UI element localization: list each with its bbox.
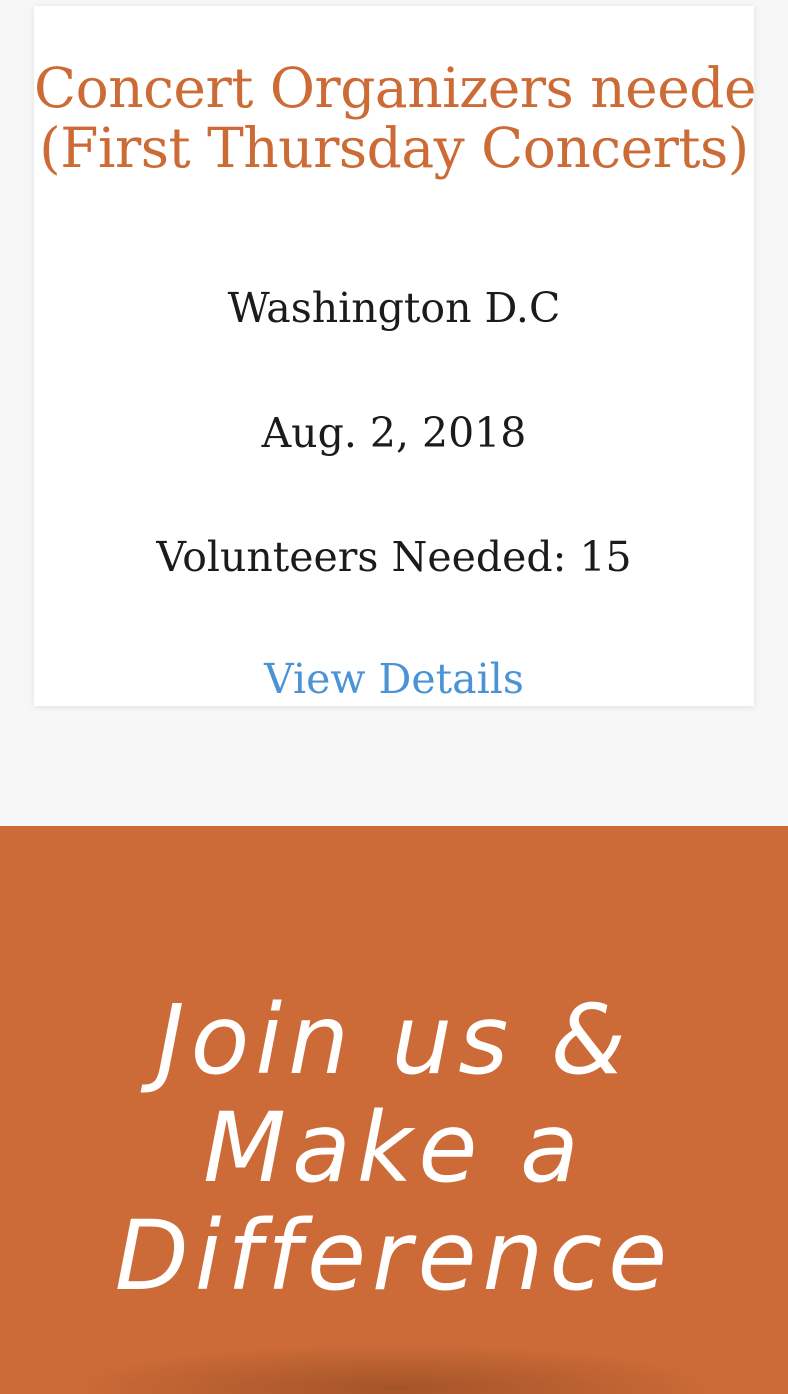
join-us-banner: Join us & Make a Difference bbox=[0, 826, 788, 1394]
event-title-line-2: (First Thursday Concerts) bbox=[39, 116, 749, 180]
volunteers-needed: Volunteers Needed: 15 bbox=[156, 533, 632, 581]
banner-heading: Join us & Make a Difference bbox=[0, 986, 788, 1310]
event-title: Concert Organizers needed (First Thursda… bbox=[34, 58, 754, 178]
banner-line-2: Make a bbox=[203, 1092, 585, 1204]
event-location: Washington D.C bbox=[227, 284, 561, 332]
view-details-link[interactable]: View Details bbox=[34, 655, 754, 703]
event-card: Concert Organizers needed (First Thursda… bbox=[34, 6, 754, 706]
banner-line-1: Join us & bbox=[156, 984, 632, 1096]
event-date: Aug. 2, 2018 bbox=[261, 409, 527, 457]
banner-shadow bbox=[60, 1344, 728, 1394]
banner-line-3: Difference bbox=[114, 1200, 674, 1312]
event-title-line-1: Concert Organizers needed bbox=[34, 56, 754, 120]
